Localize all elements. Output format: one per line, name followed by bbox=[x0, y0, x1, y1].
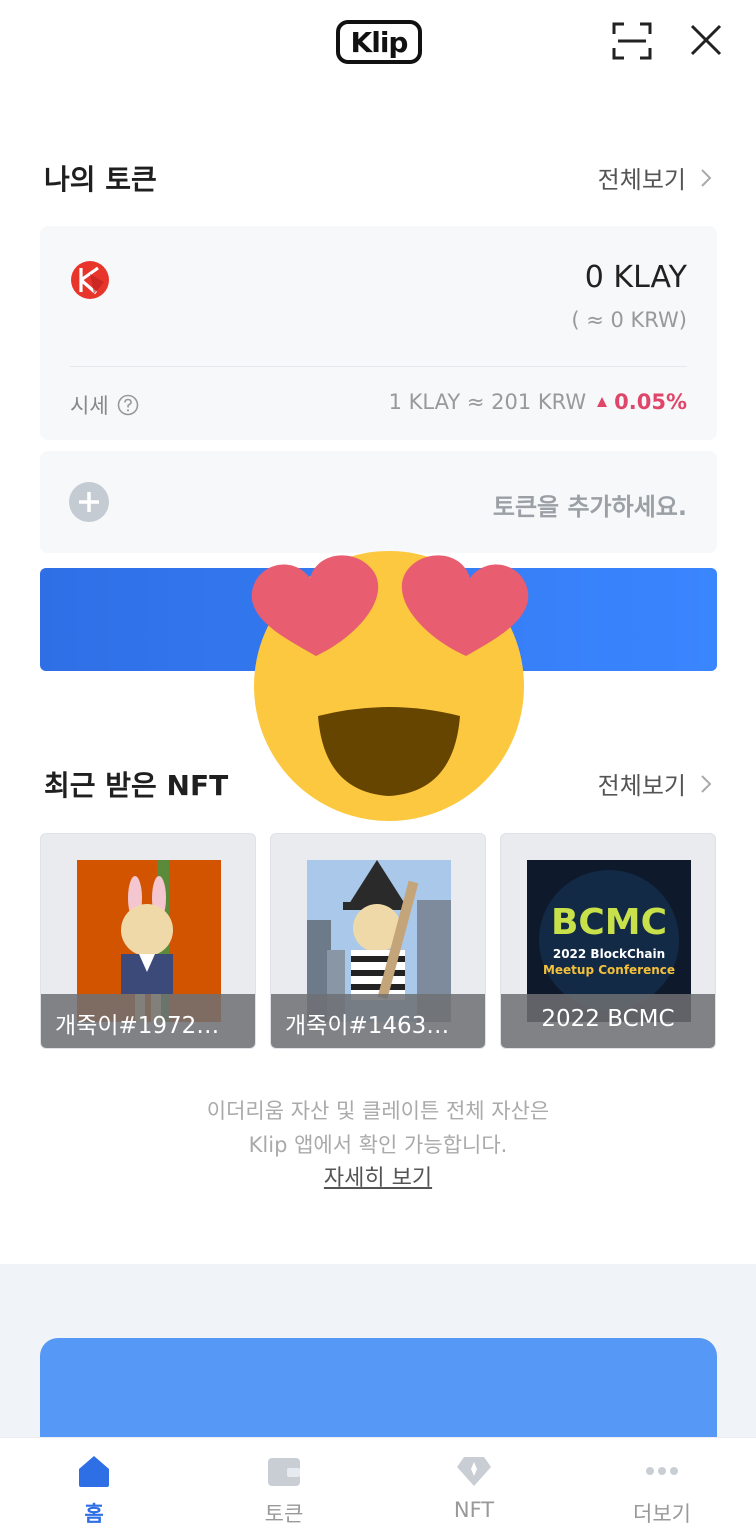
nft-card[interactable]: 개죽이#1972… bbox=[40, 833, 256, 1049]
token-krw-value: ( ≈ 0 KRW) bbox=[571, 308, 687, 332]
arrow-up-icon bbox=[597, 397, 608, 407]
bottom-nav: 홈 토큰 NFT 더보기 bbox=[0, 1437, 756, 1540]
plus-circle-icon bbox=[69, 482, 109, 522]
price-label-text: 시세 bbox=[70, 394, 109, 418]
add-token-card[interactable]: 토큰을 추가하세요. bbox=[40, 451, 717, 553]
see-all-label: 전체보기 bbox=[597, 772, 686, 800]
scan-frame-icon[interactable] bbox=[612, 22, 652, 60]
nav-home-label: 홈 bbox=[84, 1502, 104, 1526]
diamond-icon bbox=[457, 1457, 491, 1486]
logo-text: Klip bbox=[350, 25, 409, 59]
app-header: Klip bbox=[0, 0, 756, 86]
nav-more-label: 더보기 bbox=[633, 1502, 691, 1526]
nav-token-label: 토큰 bbox=[264, 1502, 304, 1526]
price-value: 1 KLAY ≈ 201 KRW 0.05% bbox=[389, 390, 687, 414]
nav-nft-label: NFT bbox=[453, 1498, 495, 1522]
badge-line2: 2022 BlockChain bbox=[553, 947, 665, 961]
price-change-value: 0.05% bbox=[614, 390, 687, 414]
close-icon[interactable] bbox=[688, 22, 724, 58]
divider bbox=[70, 366, 687, 367]
my-tokens-title: 나의 토큰 bbox=[44, 163, 157, 196]
asset-info: 이더리움 자산 및 클레이튼 전체 자산은 Klip 앱에서 확인 가능합니다.… bbox=[0, 1094, 756, 1196]
klaytn-logo-icon bbox=[71, 261, 109, 299]
nft-caption: 개죽이#1463… bbox=[271, 994, 485, 1048]
klay-token-card[interactable]: 0 KLAY ( ≈ 0 KRW) 시세 1 KLAY ≈ 201 KRW 0.… bbox=[40, 226, 717, 440]
price-text: 1 KLAY ≈ 201 KRW bbox=[388, 390, 587, 414]
home-icon bbox=[79, 1456, 109, 1487]
klip-logo: Klip bbox=[336, 20, 422, 64]
nav-more[interactable]: 더보기 bbox=[602, 1452, 722, 1528]
learn-more-link[interactable]: 자세히 보기 bbox=[0, 1162, 756, 1196]
nav-nft[interactable]: NFT bbox=[414, 1452, 534, 1522]
info-line-1: 이더리움 자산 및 클레이튼 전체 자산은 bbox=[206, 1099, 550, 1123]
chevron-right-icon bbox=[701, 774, 712, 793]
see-all-label: 전체보기 bbox=[597, 166, 686, 194]
chevron-right-icon bbox=[701, 168, 712, 187]
info-line-2: Klip 앱에서 확인 가능합니다. bbox=[248, 1133, 508, 1157]
more-dots-icon bbox=[646, 1467, 678, 1475]
nav-token[interactable]: 토큰 bbox=[224, 1452, 344, 1528]
nft-caption: 개죽이#1972… bbox=[41, 994, 255, 1048]
price-label: 시세 bbox=[70, 390, 139, 420]
heart-eyes-emoji-icon bbox=[251, 551, 529, 821]
badge-line3: Meetup Conference bbox=[543, 963, 675, 977]
nft-see-all-link[interactable]: 전체보기 bbox=[598, 766, 712, 801]
nft-card[interactable]: 개죽이#1463… bbox=[270, 833, 486, 1049]
tokens-see-all-link[interactable]: 전체보기 bbox=[598, 160, 712, 195]
recent-nft-title: 최근 받은 NFT bbox=[44, 769, 229, 802]
token-amount: 0 KLAY bbox=[584, 260, 687, 295]
add-token-label: 토큰을 추가하세요. bbox=[492, 493, 687, 521]
nav-home[interactable]: 홈 bbox=[34, 1452, 154, 1528]
wallet-icon bbox=[268, 1458, 300, 1486]
nft-list: 개죽이#1972… 개죽이#1463… BCMC 2022 BlockChain… bbox=[40, 833, 717, 1049]
price-change: 0.05% bbox=[596, 390, 687, 414]
badge-title: BCMC bbox=[551, 902, 667, 943]
help-icon[interactable] bbox=[117, 394, 139, 416]
nft-caption: 2022 BCMC bbox=[501, 994, 715, 1048]
nft-card[interactable]: BCMC 2022 BlockChain Meetup Conference 2… bbox=[500, 833, 716, 1049]
